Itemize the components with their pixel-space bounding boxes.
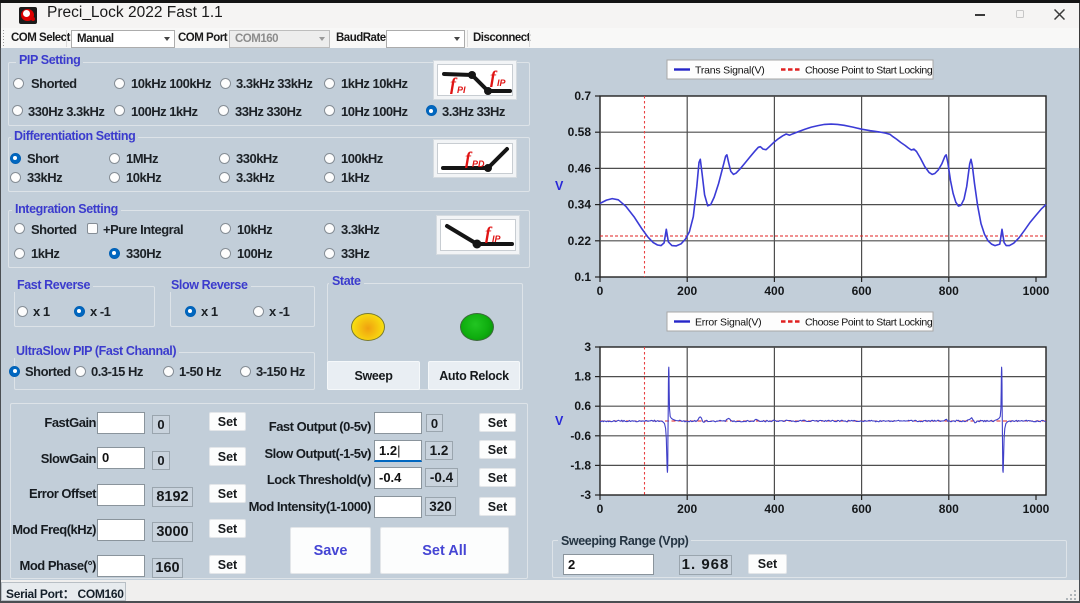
svg-text:3: 3 — [584, 340, 591, 354]
svg-text:400: 400 — [764, 502, 784, 516]
svg-text:Choose Point to Start Locking: Choose Point to Start Locking — [805, 317, 933, 329]
svg-text:V: V — [555, 414, 564, 428]
svg-text:0.6: 0.6 — [574, 399, 591, 413]
svg-text:1000: 1000 — [1023, 284, 1050, 298]
svg-text:-3: -3 — [580, 488, 591, 502]
svg-text:200: 200 — [677, 284, 697, 298]
svg-text:0.34: 0.34 — [568, 198, 592, 212]
svg-text:Error Signal(V): Error Signal(V) — [695, 317, 761, 329]
svg-text:0.22: 0.22 — [568, 234, 592, 248]
svg-text:0.46: 0.46 — [568, 161, 592, 175]
svg-text:0.58: 0.58 — [568, 125, 592, 139]
svg-text:0.1: 0.1 — [574, 270, 591, 284]
svg-text:800: 800 — [939, 502, 959, 516]
svg-text:1.8: 1.8 — [574, 370, 591, 384]
svg-text:V: V — [555, 179, 564, 193]
svg-text:800: 800 — [939, 284, 959, 298]
svg-text:1000: 1000 — [1023, 502, 1050, 516]
svg-text:0: 0 — [597, 284, 604, 298]
svg-text:600: 600 — [852, 502, 872, 516]
svg-text:Choose Point to Start Locking: Choose Point to Start Locking — [805, 65, 933, 77]
svg-text:400: 400 — [764, 284, 784, 298]
svg-text:0: 0 — [597, 502, 604, 516]
svg-text:Trans Signal(V): Trans Signal(V) — [695, 65, 765, 77]
svg-text:600: 600 — [852, 284, 872, 298]
svg-text:-0.6: -0.6 — [570, 429, 591, 443]
svg-text:200: 200 — [677, 502, 697, 516]
svg-text:0.7: 0.7 — [574, 89, 591, 103]
svg-text:-1.8: -1.8 — [570, 458, 591, 472]
